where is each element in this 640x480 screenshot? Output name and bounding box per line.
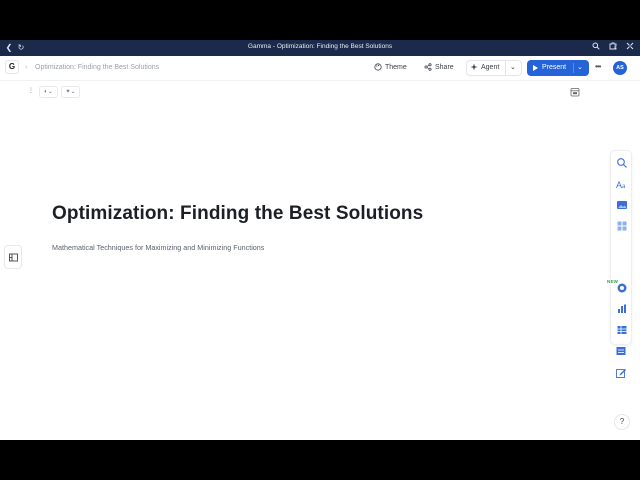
insert-toolbar: Aa NEW <box>607 150 632 345</box>
layout-grid-icon[interactable] <box>616 220 628 232</box>
app-topbar: G › Optimization: Finding the Best Solut… <box>0 56 640 81</box>
present-dropdown-chevron-down-icon[interactable]: ⌄ <box>577 60 583 76</box>
present-button[interactable]: Present ⌄ <box>527 60 589 76</box>
share-label: Share <box>435 64 454 71</box>
calendar-icon[interactable] <box>570 87 580 97</box>
share-button[interactable]: Share <box>424 61 454 75</box>
card-style-icon[interactable]: ◐⌄ <box>39 86 58 98</box>
sparkle-icon <box>470 63 478 71</box>
card-menu-icon[interactable]: ⋮ <box>27 86 35 98</box>
embed-icon[interactable] <box>616 282 628 294</box>
page-title[interactable]: Optimization: Finding the Best Solutions <box>52 203 423 225</box>
agent-dropdown-chevron-down-icon[interactable]: ⌄ <box>510 61 516 75</box>
window-title: Gamma - Optimization: Finding the Best S… <box>247 43 393 50</box>
agent-divider <box>505 60 506 76</box>
image-icon[interactable] <box>616 199 628 211</box>
palette-icon <box>374 63 382 71</box>
share-icon <box>424 63 432 71</box>
slides-panel-toggle[interactable] <box>4 245 22 269</box>
agent-label: Agent <box>481 64 500 71</box>
play-icon <box>533 65 538 71</box>
theme-button[interactable]: Theme <box>374 61 407 75</box>
edit-icon[interactable] <box>615 367 627 379</box>
breadcrumb-separator-icon: › <box>25 64 28 71</box>
card-ai-icon[interactable]: ✦⌄ <box>61 86 80 98</box>
present-label: Present <box>542 64 567 71</box>
bar-chart-icon[interactable] <box>616 303 628 315</box>
search-icon[interactable] <box>616 157 628 169</box>
app-screen: ❮ ↻ Gamma - Optimization: Finding the Be… <box>0 40 640 440</box>
slides-icon <box>9 253 18 262</box>
text-format-icon[interactable]: Aa <box>616 178 628 190</box>
more-options-icon[interactable]: ••• <box>595 62 601 71</box>
extensions-icon[interactable] <box>607 42 619 54</box>
page-subtitle[interactable]: Mathematical Techniques for Maximizing a… <box>52 243 264 252</box>
table-icon[interactable] <box>616 324 628 336</box>
svg-text:a: a <box>622 184 626 190</box>
collapse-icon[interactable] <box>624 42 636 54</box>
breadcrumb[interactable]: Optimization: Finding the Best Solutions <box>35 64 159 71</box>
avatar[interactable]: AS <box>613 61 627 75</box>
form-icon[interactable] <box>615 345 627 357</box>
zoom-icon[interactable] <box>590 42 602 54</box>
window-titlebar: ❮ ↻ Gamma - Optimization: Finding the Be… <box>0 40 640 56</box>
gamma-logo[interactable]: G <box>5 60 19 74</box>
present-divider <box>573 63 574 73</box>
agent-button[interactable]: Agent <box>470 61 499 75</box>
theme-label: Theme <box>385 64 407 71</box>
help-button[interactable]: ? <box>614 414 630 430</box>
